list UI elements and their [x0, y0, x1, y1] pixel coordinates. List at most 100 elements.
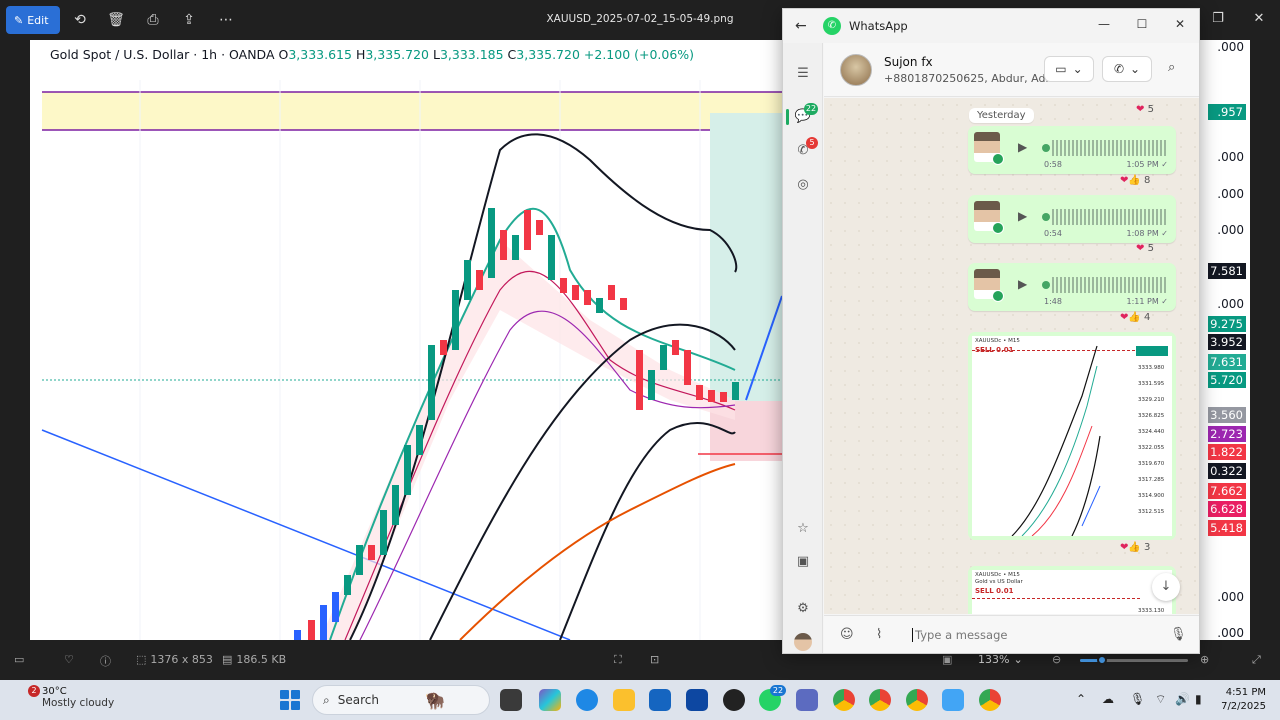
- settings-icon[interactable]: ⚙: [794, 600, 812, 618]
- speaker-icon[interactable]: 🔊: [1175, 692, 1190, 706]
- maximize-icon[interactable]: ☐: [1134, 17, 1150, 31]
- zoom-slider-knob[interactable]: [1096, 655, 1107, 665]
- emoji-icon[interactable]: ☺: [840, 627, 854, 642]
- delete-icon[interactable]: 🗑: [106, 10, 126, 30]
- status-icon[interactable]: ◎: [794, 176, 812, 194]
- fit-screen-icon[interactable]: ⛶: [614, 653, 622, 667]
- minimize-icon[interactable]: —: [1096, 17, 1112, 31]
- voice-message[interactable]: ▶ 0:54 1:08 PM ✓: [968, 195, 1176, 243]
- photos-icon[interactable]: [942, 689, 964, 711]
- archive-icon[interactable]: ▣: [794, 553, 812, 571]
- filmstrip-icon[interactable]: ▭: [14, 653, 24, 666]
- wifi-icon[interactable]: ⌔: [1155, 692, 1166, 707]
- play-icon[interactable]: ▶: [1018, 140, 1027, 154]
- image-message[interactable]: XAUUSDc • M15 SELL 0.01 3333.980 3331.59…: [968, 332, 1176, 540]
- zoom-select[interactable]: 133% ⌄: [978, 653, 1023, 666]
- start-button[interactable]: [280, 690, 300, 710]
- price-tag: .957: [1208, 104, 1246, 120]
- group-avatar[interactable]: [840, 54, 872, 86]
- app-icon[interactable]: [723, 689, 745, 711]
- message-input[interactable]: Type a message: [912, 628, 1007, 642]
- chrome-profile-2-icon[interactable]: [906, 689, 928, 711]
- heart-icon: ❤: [1136, 104, 1145, 115]
- play-icon[interactable]: ▶: [1018, 277, 1027, 291]
- price-tag: 1.822: [1208, 444, 1246, 460]
- reaction-count: 4: [1144, 312, 1151, 323]
- weather-widget[interactable]: 30°C Mostly cloudy: [42, 686, 114, 709]
- reaction-row[interactable]: ❤👍 4: [1120, 312, 1150, 326]
- progress-dot[interactable]: [1042, 213, 1050, 221]
- reaction-row[interactable]: ❤👍 3: [1120, 542, 1150, 556]
- close-icon[interactable]: ✕: [1172, 17, 1188, 31]
- attach-icon[interactable]: ⌇: [876, 627, 882, 642]
- reaction-row[interactable]: ❤ 5: [1136, 243, 1154, 257]
- file-explorer-icon[interactable]: [613, 689, 635, 711]
- cloud-icon[interactable]: ☁: [1102, 692, 1114, 706]
- search-icon[interactable]: ⌕: [1168, 60, 1175, 75]
- info-icon[interactable]: ⓘ: [100, 653, 111, 669]
- video-call-button[interactable]: ▭ ⌄: [1044, 56, 1094, 82]
- weather-temp: 30°C: [42, 686, 67, 697]
- waveform[interactable]: [1052, 209, 1168, 225]
- scroll-to-bottom-button[interactable]: ↓: [1152, 573, 1180, 601]
- rotate-icon[interactable]: ⟲: [70, 10, 90, 30]
- edge-icon[interactable]: [576, 689, 598, 711]
- zoom-in-icon[interactable]: ⊕: [1200, 653, 1209, 666]
- voice-message[interactable]: ▶ 0:58 1:05 PM ✓: [968, 126, 1176, 174]
- voice-message[interactable]: ▶ 1:48 1:11 PM ✓: [968, 263, 1176, 311]
- phone-icon: ✆: [1113, 62, 1124, 76]
- edit-button[interactable]: ✎ Edit: [6, 6, 60, 34]
- windows-taskbar: 2 30°C Mostly cloudy ⌕ Search 🦬 22 ⌃ ☁ 🎙: [0, 680, 1280, 720]
- taskbar-clock[interactable]: 4:51 PM 7/2/2025: [1216, 686, 1266, 714]
- favorite-icon[interactable]: ♡: [64, 653, 74, 666]
- edit-label: Edit: [27, 13, 49, 27]
- close-window-icon[interactable]: ✕: [1249, 11, 1269, 26]
- starred-icon[interactable]: ☆: [794, 520, 812, 538]
- chat-name[interactable]: Sujon fx: [884, 55, 933, 69]
- fullscreen-view-icon[interactable]: ▣: [942, 653, 952, 666]
- play-icon[interactable]: ▶: [1018, 209, 1027, 223]
- high-label: H: [355, 47, 366, 62]
- zoom-out-icon[interactable]: ⊖: [1052, 653, 1061, 666]
- mic-icon: [992, 290, 1004, 302]
- back-arrow-icon[interactable]: ←: [795, 18, 807, 34]
- task-view-icon[interactable]: [500, 689, 522, 711]
- chrome-profile-icon[interactable]: [869, 689, 891, 711]
- share-icon[interactable]: ⇪: [179, 10, 199, 30]
- microphone-icon[interactable]: 🎙: [1170, 627, 1187, 642]
- more-icon[interactable]: ⋯: [216, 10, 236, 30]
- chevron-up-icon[interactable]: ⌃: [1076, 692, 1086, 706]
- teams-icon[interactable]: [796, 689, 818, 711]
- voice-call-button[interactable]: ✆ ⌄: [1102, 56, 1152, 82]
- resistance-zone: [42, 92, 802, 130]
- chart-screenshot-thumbnail[interactable]: XAUUSDc • M15 Gold vs US Dollar SELL 0.0…: [972, 570, 1172, 614]
- menu-icon[interactable]: ☰: [794, 65, 812, 83]
- message-list[interactable]: ❤ 5 Yesterday ▶ 0:58 1:05 PM ✓ ❤👍 8 ▶ 0:…: [824, 98, 1199, 614]
- restore-window-icon[interactable]: ❐: [1208, 11, 1228, 26]
- progress-dot[interactable]: [1042, 281, 1050, 289]
- taskbar-search[interactable]: ⌕ Search 🦬: [312, 685, 490, 715]
- battery-icon[interactable]: ▮: [1195, 692, 1202, 706]
- image-message[interactable]: XAUUSDc • M15 Gold vs US Dollar SELL 0.0…: [968, 566, 1176, 614]
- progress-dot[interactable]: [1042, 144, 1050, 152]
- chrome-profile-3-icon[interactable]: [979, 689, 1001, 711]
- profile-avatar[interactable]: [794, 633, 812, 651]
- zoom-slider[interactable]: [1080, 655, 1188, 665]
- waveform[interactable]: [1052, 140, 1168, 156]
- price-tag: 2.723: [1208, 426, 1246, 442]
- reaction-row[interactable]: ❤👍 8: [1120, 175, 1150, 189]
- reaction-row[interactable]: ❤ 5: [1136, 104, 1154, 118]
- waveform[interactable]: [1052, 277, 1168, 293]
- print-icon[interactable]: ⎙: [143, 10, 163, 30]
- chrome-icon[interactable]: [833, 689, 855, 711]
- chart-screenshot-thumbnail[interactable]: XAUUSDc • M15 SELL 0.01 3333.980 3331.59…: [972, 336, 1172, 536]
- weather-condition: Mostly cloudy: [42, 697, 115, 709]
- copilot-icon[interactable]: [539, 689, 561, 711]
- store-icon[interactable]: [649, 689, 671, 711]
- expand-icon[interactable]: ⤢: [1252, 653, 1261, 667]
- actual-size-icon[interactable]: ⊡: [650, 653, 659, 666]
- microphone-icon[interactable]: 🎙: [1130, 692, 1145, 706]
- search-icon: ⌕: [323, 692, 330, 707]
- outlook-icon[interactable]: [686, 689, 708, 711]
- chat-participants[interactable]: +8801870250625, Abdur, Adna...: [884, 72, 1059, 85]
